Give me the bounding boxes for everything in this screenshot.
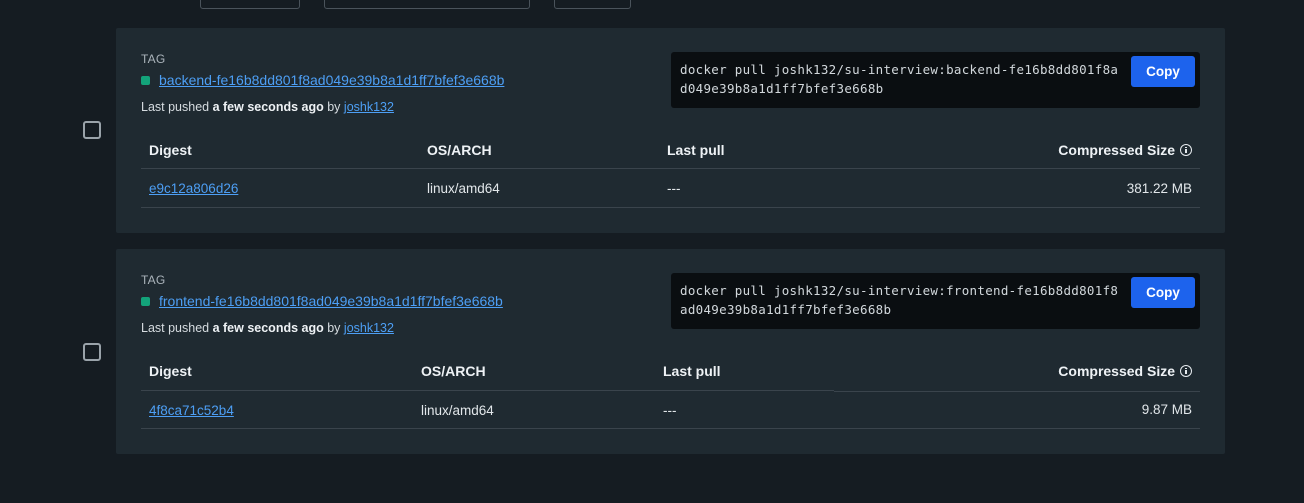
compressed-size-label: Compressed Size xyxy=(1058,142,1175,158)
table-cell-size: 9.87 MB xyxy=(1141,402,1192,417)
info-icon[interactable] xyxy=(1180,365,1192,377)
column-header-compressed-size: Compressed Size xyxy=(1058,363,1192,379)
tag-card-frontend: TAG frontend-fe16b8dd801f8ad049e39b8a1d1… xyxy=(116,249,1225,454)
tag-section-label: TAG xyxy=(141,273,166,287)
last-pushed-prefix: Last pushed xyxy=(141,100,210,114)
column-header-digest: Digest xyxy=(149,363,192,379)
search-input-stub[interactable] xyxy=(324,0,530,9)
tag-name-row: backend-fe16b8dd801f8ad049e39b8a1d1ff7bf… xyxy=(141,72,504,88)
pushed-by-word: by xyxy=(327,321,341,335)
pull-command-text[interactable]: docker pull joshk132/su-interview:backen… xyxy=(680,60,1120,98)
table-cell-digest: 4f8ca71c52b4 xyxy=(149,403,234,418)
table-cell-digest: e9c12a806d26 xyxy=(149,181,238,196)
status-dot-icon xyxy=(141,296,150,306)
compressed-size-label: Compressed Size xyxy=(1058,363,1175,379)
pull-command-box: docker pull joshk132/su-interview:fronte… xyxy=(671,273,1200,329)
select-tag-checkbox-backend[interactable] xyxy=(83,121,101,139)
last-pushed-info: Last pushed a few seconds ago by joshk13… xyxy=(141,321,394,335)
copy-button[interactable]: Copy xyxy=(1131,56,1195,87)
tag-section-label: TAG xyxy=(141,52,166,66)
tag-name-link[interactable]: frontend-fe16b8dd801f8ad049e39b8a1d1ff7b… xyxy=(159,293,503,309)
filter-control-stub-1[interactable] xyxy=(200,0,300,9)
select-tag-checkbox-frontend[interactable] xyxy=(83,343,101,361)
column-header-os-arch: OS/ARCH xyxy=(427,142,492,158)
digest-link[interactable]: e9c12a806d26 xyxy=(149,181,238,196)
filter-control-stub-2[interactable] xyxy=(554,0,631,9)
pull-command-box: docker pull joshk132/su-interview:backen… xyxy=(671,52,1200,108)
table-cell-last-pull: --- xyxy=(663,403,677,418)
copy-button[interactable]: Copy xyxy=(1131,277,1195,308)
column-header-last-pull: Last pull xyxy=(663,363,721,379)
pushed-by-user-link[interactable]: joshk132 xyxy=(344,100,394,114)
tag-name-row: frontend-fe16b8dd801f8ad049e39b8a1d1ff7b… xyxy=(141,293,503,309)
column-header-digest: Digest xyxy=(149,142,192,158)
digest-link[interactable]: 4f8ca71c52b4 xyxy=(149,403,234,418)
last-pushed-time: a few seconds ago xyxy=(212,100,324,114)
column-header-last-pull: Last pull xyxy=(667,142,725,158)
column-header-os-arch: OS/ARCH xyxy=(421,363,486,379)
table-cell-last-pull: --- xyxy=(667,181,681,196)
table-header-divider-right xyxy=(834,391,1200,392)
table-header-divider xyxy=(141,390,834,391)
table-header-divider xyxy=(141,168,1200,169)
status-dot-icon xyxy=(141,75,150,85)
table-cell-os-arch: linux/amd64 xyxy=(427,181,500,196)
pushed-by-word: by xyxy=(327,100,341,114)
info-icon[interactable] xyxy=(1180,144,1192,156)
last-pushed-prefix: Last pushed xyxy=(141,321,210,335)
pushed-by-user-link[interactable]: joshk132 xyxy=(344,321,394,335)
last-pushed-info: Last pushed a few seconds ago by joshk13… xyxy=(141,100,394,114)
table-cell-size: 381.22 MB xyxy=(1126,181,1192,196)
tag-name-link[interactable]: backend-fe16b8dd801f8ad049e39b8a1d1ff7bf… xyxy=(159,72,504,88)
pull-command-text[interactable]: docker pull joshk132/su-interview:fronte… xyxy=(680,281,1120,319)
table-cell-os-arch: linux/amd64 xyxy=(421,403,494,418)
table-row-divider xyxy=(141,207,1200,208)
tag-card-backend: TAG backend-fe16b8dd801f8ad049e39b8a1d1f… xyxy=(116,28,1225,233)
table-row-divider xyxy=(141,428,1200,429)
last-pushed-time: a few seconds ago xyxy=(212,321,324,335)
column-header-compressed-size: Compressed Size xyxy=(1058,142,1192,158)
